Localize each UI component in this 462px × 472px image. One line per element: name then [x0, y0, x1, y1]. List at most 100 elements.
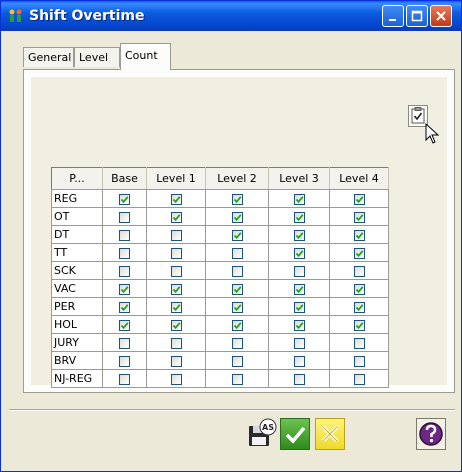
checkbox-level-2[interactable] [231, 265, 243, 277]
checkbox-level-4[interactable] [353, 319, 365, 331]
column-header-base[interactable]: Base [102, 167, 147, 190]
checkbox-level-3[interactable] [293, 373, 305, 385]
table-row: TT [51, 243, 389, 262]
checkbox-level-4[interactable] [353, 355, 365, 367]
checkbox-level-2[interactable] [231, 319, 243, 331]
checkbox-level-1[interactable] [170, 211, 182, 223]
overtime-count-grid: P... Base Level 1 Level 2 Level 3 Level … [51, 167, 389, 388]
checkbox-level-2[interactable] [231, 193, 243, 205]
checkbox-base[interactable] [119, 301, 130, 313]
minimize-button[interactable] [382, 5, 404, 27]
checkmark-icon [120, 285, 129, 293]
checkbox-level-2[interactable] [231, 355, 243, 367]
checkbox-base[interactable] [119, 283, 130, 295]
checkbox-base[interactable] [119, 211, 130, 223]
grid-cell [268, 279, 330, 298]
checkbox-level-4[interactable] [353, 373, 365, 385]
help-button[interactable] [416, 418, 446, 450]
save-as-badge: AS [262, 423, 274, 432]
tab-general[interactable]: General [23, 47, 74, 67]
save-as-button[interactable]: AS [247, 418, 277, 450]
checkbox-level-1[interactable] [170, 337, 182, 349]
checkbox-level-3[interactable] [293, 301, 305, 313]
checkmark-icon [355, 249, 363, 257]
checkbox-base[interactable] [119, 265, 130, 277]
checkbox-base[interactable] [119, 337, 130, 349]
checkbox-level-2[interactable] [231, 247, 243, 259]
checkbox-level-2[interactable] [231, 373, 243, 385]
checkbox-level-1[interactable] [170, 355, 182, 367]
checkmark-icon [295, 321, 303, 329]
column-header-level-2[interactable]: Level 2 [205, 167, 269, 190]
grid-cell [146, 351, 206, 370]
grid-cell [268, 189, 330, 208]
column-header-level-3[interactable]: Level 3 [268, 167, 330, 190]
checkbox-base[interactable] [119, 373, 130, 385]
table-row: VAC [51, 279, 389, 298]
checkbox-level-4[interactable] [353, 229, 365, 241]
checkbox-level-3[interactable] [293, 211, 305, 223]
checkbox-level-3[interactable] [293, 247, 305, 259]
title-bar[interactable]: Shift Overtime [1, 1, 461, 31]
grid-cell [268, 351, 330, 370]
checkbox-level-4[interactable] [353, 247, 365, 259]
checkbox-level-2[interactable] [231, 301, 243, 313]
grid-cell [102, 261, 147, 280]
checkbox-level-1[interactable] [170, 229, 182, 241]
checkbox-level-4[interactable] [353, 301, 365, 313]
table-row: REG [51, 189, 389, 208]
checkbox-level-2[interactable] [231, 283, 243, 295]
cancel-button[interactable] [315, 418, 345, 450]
grid-cell [268, 207, 330, 226]
checkbox-base[interactable] [119, 229, 130, 241]
checkbox-level-2[interactable] [231, 229, 243, 241]
checkbox-level-3[interactable] [293, 337, 305, 349]
checkbox-level-1[interactable] [170, 301, 182, 313]
checkbox-level-3[interactable] [293, 283, 305, 295]
grid-cell [329, 225, 389, 244]
checkbox-base[interactable] [119, 193, 130, 205]
column-header-level-1[interactable]: Level 1 [146, 167, 206, 190]
checkmark-icon [120, 321, 129, 329]
checkbox-level-4[interactable] [353, 283, 365, 295]
checkbox-level-3[interactable] [293, 229, 305, 241]
checkbox-level-4[interactable] [353, 337, 365, 349]
column-header-pay-type[interactable]: P... [51, 167, 103, 190]
checkmark-icon [120, 195, 129, 203]
row-label: HOL [51, 315, 103, 334]
column-header-level-4[interactable]: Level 4 [329, 167, 389, 190]
checkbox-level-1[interactable] [170, 283, 182, 295]
tab-count[interactable]: Count [120, 43, 171, 70]
checkbox-level-1[interactable] [170, 193, 182, 205]
table-row: DT [51, 225, 389, 244]
tab-level[interactable]: Level [74, 47, 120, 67]
grid-cell [205, 207, 269, 226]
checkbox-level-1[interactable] [170, 247, 182, 259]
row-label: NJ-REG [51, 369, 103, 388]
checkmark-icon [172, 303, 180, 311]
checkbox-level-3[interactable] [293, 355, 305, 367]
close-button[interactable] [430, 5, 452, 27]
grid-cell [146, 207, 206, 226]
checkbox-level-1[interactable] [170, 319, 182, 331]
maximize-button[interactable] [406, 5, 428, 27]
checkbox-level-1[interactable] [170, 373, 182, 385]
grid-cell [205, 279, 269, 298]
ok-button[interactable] [280, 418, 310, 450]
checkbox-level-2[interactable] [231, 211, 243, 223]
checkbox-level-3[interactable] [293, 193, 305, 205]
checkbox-level-4[interactable] [353, 265, 365, 277]
checkbox-level-3[interactable] [293, 265, 305, 277]
checkbox-level-4[interactable] [353, 211, 365, 223]
checkbox-level-2[interactable] [231, 337, 243, 349]
checkbox-base[interactable] [119, 355, 130, 367]
grid-cell [146, 261, 206, 280]
checkbox-level-3[interactable] [293, 319, 305, 331]
checkbox-base[interactable] [119, 247, 130, 259]
grid-cell [268, 315, 330, 334]
checkbox-base[interactable] [119, 319, 130, 331]
row-label: DT [51, 225, 103, 244]
grid-cell [268, 225, 330, 244]
checkbox-level-4[interactable] [353, 193, 365, 205]
checkbox-level-1[interactable] [170, 265, 182, 277]
